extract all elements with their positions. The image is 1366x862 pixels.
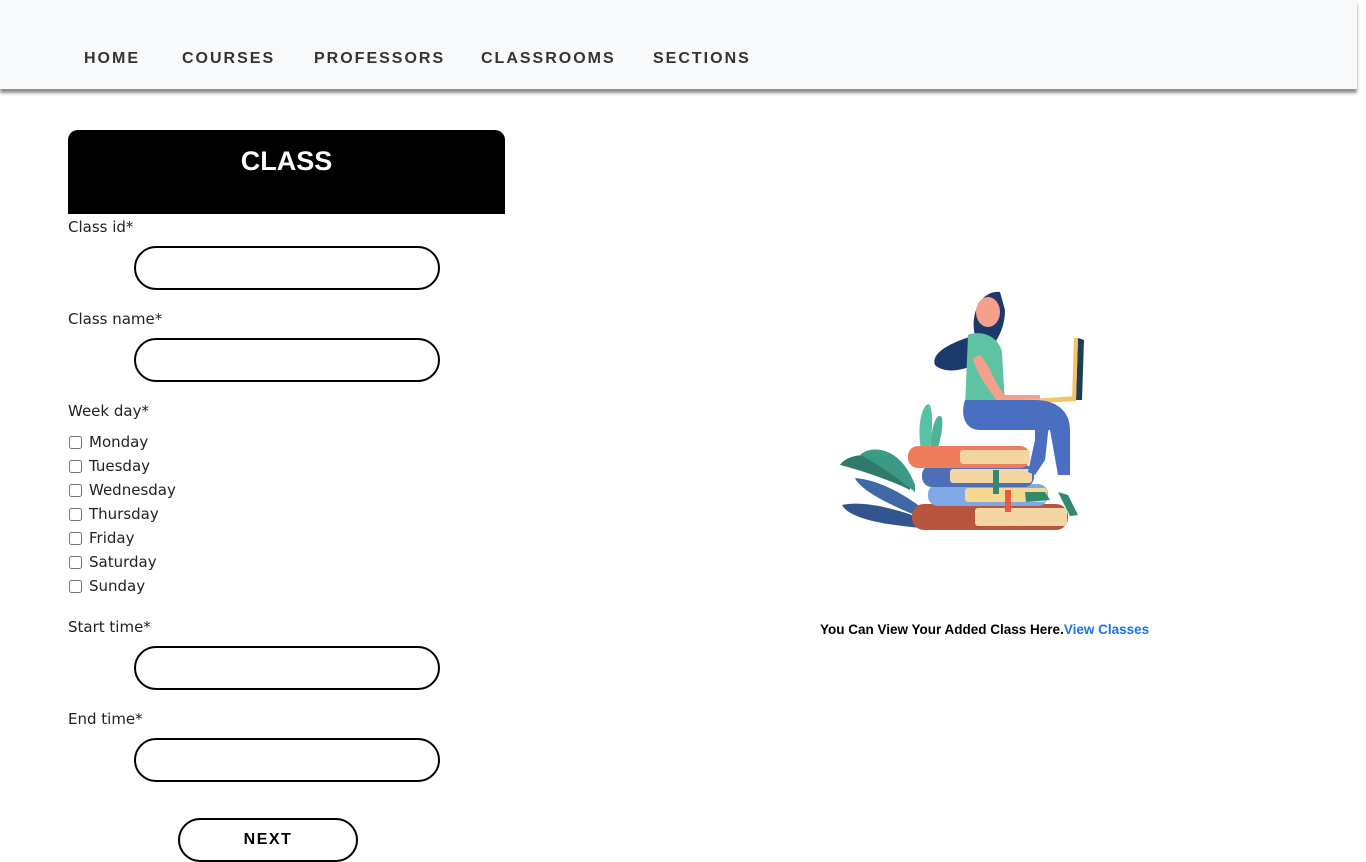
day-label: Sunday [89, 577, 146, 595]
woman-reading-on-books-illustration [830, 280, 1100, 540]
next-button[interactable]: NEXT [178, 818, 358, 862]
class-name-input[interactable] [134, 338, 440, 382]
start-time-input[interactable] [134, 646, 440, 690]
day-option-thursday[interactable]: Thursday [68, 504, 159, 524]
day-label: Monday [89, 433, 149, 451]
sunday-checkbox[interactable] [69, 579, 82, 593]
class-name-label: Class name* [68, 310, 163, 328]
form-title: CLASS [240, 146, 333, 176]
day-option-sunday[interactable]: Sunday [68, 576, 145, 596]
day-label: Tuesday [89, 457, 151, 475]
day-option-monday[interactable]: Monday [68, 432, 148, 452]
week-day-label: Week day* [68, 402, 149, 420]
class-id-input[interactable] [134, 246, 440, 290]
saturday-checkbox[interactable] [69, 555, 82, 569]
top-navbar: HOME COURSES PROFESSORS CLASSROOMS SECTI… [0, 0, 1357, 89]
class-id-label: Class id* [68, 218, 134, 236]
day-label: Thursday [89, 505, 159, 523]
nav-classrooms[interactable]: CLASSROOMS [481, 50, 616, 68]
view-classes-link[interactable]: View Classes [1064, 622, 1149, 637]
nav-sections[interactable]: SECTIONS [653, 50, 751, 68]
monday-checkbox[interactable] [69, 435, 82, 449]
form-header: CLASS [68, 130, 505, 214]
end-time-input[interactable] [134, 738, 440, 782]
day-label: Saturday [89, 553, 157, 571]
nav-courses[interactable]: COURSES [182, 50, 275, 68]
wednesday-checkbox[interactable] [69, 483, 82, 497]
view-classes-info: You Can View Your Added Class Here.View … [820, 622, 1149, 637]
info-text: You Can View Your Added Class Here. [820, 622, 1064, 637]
day-option-tuesday[interactable]: Tuesday [68, 456, 150, 476]
friday-checkbox[interactable] [69, 531, 82, 545]
nav-professors[interactable]: PROFESSORS [314, 50, 445, 68]
nav-home[interactable]: HOME [84, 50, 140, 68]
day-label: Wednesday [89, 481, 176, 499]
tuesday-checkbox[interactable] [69, 459, 82, 473]
day-option-friday[interactable]: Friday [68, 528, 134, 548]
day-label: Friday [89, 529, 135, 547]
start-time-label: Start time* [68, 618, 151, 636]
thursday-checkbox[interactable] [69, 507, 82, 521]
day-option-saturday[interactable]: Saturday [68, 552, 157, 572]
day-option-wednesday[interactable]: Wednesday [68, 480, 176, 500]
end-time-label: End time* [68, 710, 143, 728]
